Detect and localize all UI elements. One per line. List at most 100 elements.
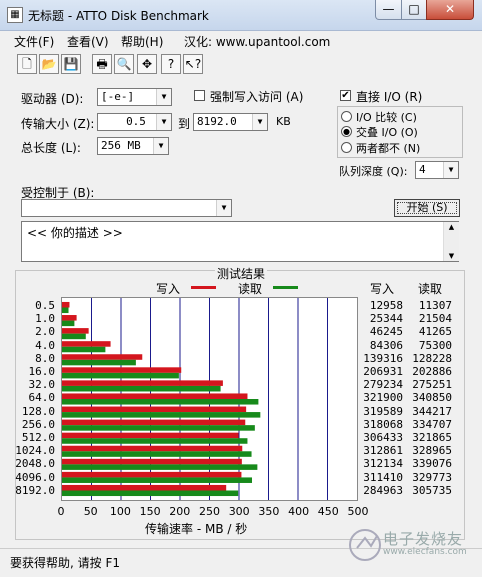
write-bar xyxy=(62,419,246,426)
read-bar xyxy=(62,320,75,327)
legend-write-swatch xyxy=(191,286,216,289)
read-bar xyxy=(62,438,248,444)
x-axis-label: 传输速率 - MB / 秒 xyxy=(145,522,248,536)
y-tick-label: 1024.0 xyxy=(15,444,55,458)
legend-write-label: 写入 xyxy=(156,282,181,296)
overlapped-io-radio[interactable]: ● xyxy=(341,126,352,137)
menu-localization[interactable]: 汉化: www.upantool.com xyxy=(184,33,330,50)
read-bar xyxy=(62,464,258,470)
write-bar xyxy=(62,406,247,413)
x-tick-label: 50 xyxy=(83,505,98,518)
minimize-button[interactable]: — xyxy=(375,0,402,20)
transfer-from-select[interactable]: 0.5 ▼ xyxy=(97,113,172,131)
write-bar xyxy=(62,315,77,321)
legend-read-swatch xyxy=(273,286,298,289)
watermark-mark xyxy=(356,535,378,549)
menu-view[interactable]: 查看(V) xyxy=(67,33,109,50)
io-compare-radio[interactable] xyxy=(341,111,352,122)
controlled-by-select[interactable]: ▼ xyxy=(21,199,232,217)
read-bar xyxy=(62,477,253,483)
write-value: 279234 xyxy=(363,378,403,392)
help-icon[interactable]: ? xyxy=(161,54,181,74)
read-bar xyxy=(62,385,221,392)
drive-select[interactable]: [-e-] ▼ xyxy=(97,88,172,106)
write-value: 84306 xyxy=(369,338,403,352)
read-value: 11307 xyxy=(418,299,452,312)
y-tick-label: 16.0 xyxy=(28,365,56,378)
read-bar xyxy=(62,451,252,457)
direct-io-checkbox[interactable]: ✔ xyxy=(340,90,351,101)
y-tick-label: 512.0 xyxy=(21,431,55,444)
write-value: 311410 xyxy=(363,470,403,484)
total-length-label: 总长度 (L): xyxy=(21,141,81,155)
write-bar xyxy=(62,341,111,347)
context-help-icon[interactable]: ↖? xyxy=(183,54,203,74)
write-bar xyxy=(62,301,70,308)
scroll-down-icon[interactable]: ▼ xyxy=(444,251,459,261)
queue-depth-select[interactable]: 4 ▼ xyxy=(415,161,459,179)
read-value: 328965 xyxy=(412,444,452,458)
status-text: 要获得帮助, 请按 F1 xyxy=(10,556,120,570)
read-bar xyxy=(62,425,255,431)
new-icon[interactable]: 🗋 xyxy=(17,54,37,74)
legend-read-label: 读取 xyxy=(238,282,263,296)
read-bar xyxy=(62,346,106,353)
write-value: 206931 xyxy=(363,365,403,378)
read-bar xyxy=(62,307,69,314)
write-value: 284963 xyxy=(363,483,403,497)
write-bar xyxy=(62,458,242,465)
read-value: 41265 xyxy=(418,325,452,339)
menu-file[interactable]: 文件(F) xyxy=(14,33,54,50)
y-tick-label: 1.0 xyxy=(35,312,55,326)
x-tick-label: 400 xyxy=(288,505,310,518)
open-icon[interactable]: 📂 xyxy=(39,54,59,74)
chevron-down-icon: ▼ xyxy=(252,114,267,130)
queue-depth-label: 队列深度 (Q): xyxy=(339,165,408,178)
drive-value: [-e-] xyxy=(101,90,135,103)
write-value: 319589 xyxy=(363,404,403,418)
read-bar xyxy=(62,490,239,497)
read-value: 202886 xyxy=(412,365,452,378)
description-scrollbar[interactable]: ▲ ▼ xyxy=(443,222,459,261)
print-preview-icon[interactable]: 🔍 xyxy=(114,54,134,74)
write-bar xyxy=(62,393,248,399)
neither-radio[interactable] xyxy=(341,142,352,153)
move-icon[interactable]: ✥ xyxy=(137,54,157,74)
app-icon[interactable]: ▦ xyxy=(7,7,23,23)
y-tick-label: 4.0 xyxy=(35,338,55,352)
read-value: 275251 xyxy=(412,378,452,392)
write-value: 312861 xyxy=(363,444,403,458)
write-bar xyxy=(62,484,227,491)
write-value: 12958 xyxy=(369,299,403,312)
force-write-checkbox[interactable] xyxy=(194,90,205,101)
menu-help[interactable]: 帮助(H) xyxy=(121,33,163,50)
description-text: << 你的描述 >> xyxy=(27,226,123,240)
write-value: 306433 xyxy=(363,431,403,444)
transfer-to-select[interactable]: 8192.0 ▼ xyxy=(193,113,268,131)
direct-io-label: 直接 I/O (R) xyxy=(356,90,423,104)
start-button[interactable]: 开始 (S) xyxy=(394,199,460,217)
read-value: 128228 xyxy=(412,351,452,365)
y-tick-label: 4096.0 xyxy=(15,470,55,484)
print-icon[interactable]: 🖶 xyxy=(92,54,112,74)
y-tick-label: 64.0 xyxy=(28,391,56,405)
y-tick-label: 2048.0 xyxy=(15,457,55,471)
save-icon[interactable]: 💾 xyxy=(61,54,81,74)
transfer-from-value: 0.5 xyxy=(126,115,146,128)
write-bar xyxy=(62,354,143,360)
y-tick-label: 8.0 xyxy=(35,351,55,365)
total-length-select[interactable]: 256 MB ▼ xyxy=(97,137,169,155)
maximize-button[interactable]: □ xyxy=(401,0,427,20)
scroll-up-icon[interactable]: ▲ xyxy=(444,222,459,232)
read-value: 329773 xyxy=(412,470,452,484)
x-tick-label: 450 xyxy=(317,505,339,518)
write-bar xyxy=(62,445,243,452)
close-button[interactable]: ✕ xyxy=(426,0,474,20)
y-tick-label: 256.0 xyxy=(21,417,55,431)
x-tick-label: 200 xyxy=(169,505,191,518)
drive-label: 驱动器 (D): xyxy=(21,92,84,106)
write-column-header: 写入 xyxy=(370,282,395,296)
watermark-text: 电子发烧友 xyxy=(383,530,464,548)
write-value: 46245 xyxy=(369,325,403,339)
io-compare-label: I/O 比较 (C) xyxy=(356,111,417,124)
